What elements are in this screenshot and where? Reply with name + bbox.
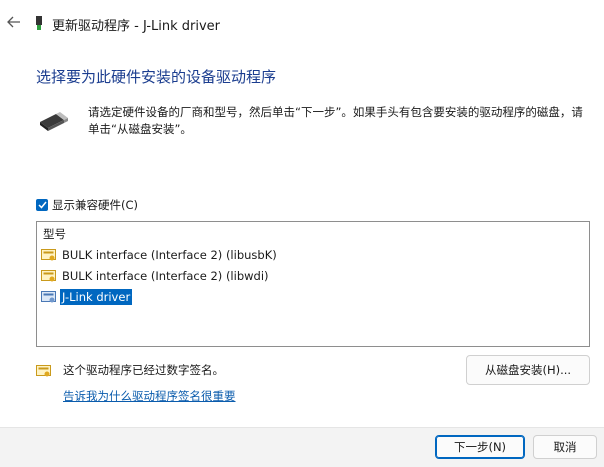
list-item-label: BULK interface (Interface 2) (libusbK) [62, 248, 277, 262]
signature-status-text: 这个驱动程序已经过数字签名。 [63, 363, 224, 377]
instructions-text: 请选定硬件设备的厂商和型号，然后单击“下一步”。如果手头有包含要安装的驱动程序的… [88, 105, 583, 136]
usb-device-icon [35, 15, 43, 30]
driver-certificate-icon [41, 269, 57, 283]
have-disk-button[interactable]: 从磁盘安装(H)... [466, 355, 590, 385]
model-listbox[interactable]: 型号 BULK interface (Interface 2) (libusbK… [36, 221, 590, 347]
list-item-selected[interactable]: J-Link driver [41, 288, 134, 306]
list-item-label: J-Link driver [58, 288, 134, 306]
checkbox-checked-icon[interactable] [36, 199, 48, 211]
list-item-label: BULK interface (Interface 2) (libwdi) [62, 269, 269, 283]
back-arrow-icon[interactable] [4, 12, 24, 32]
list-column-header: 型号 [43, 227, 66, 241]
driver-certificate-icon [41, 290, 57, 304]
next-button[interactable]: 下一步(N) [435, 435, 525, 459]
list-item[interactable]: BULK interface (Interface 2) (libwdi) [41, 267, 271, 285]
list-item[interactable]: BULK interface (Interface 2) (libusbK) [41, 246, 279, 264]
compatible-hardware-checkbox[interactable]: 显示兼容硬件(C) [36, 197, 138, 213]
signature-info-link[interactable]: 告诉我为什么驱动程序签名很重要 [63, 388, 236, 404]
compatible-hardware-label: 显示兼容硬件(C) [52, 198, 139, 212]
page-heading: 选择要为此硬件安装的设备驱动程序 [36, 68, 277, 86]
digital-signature-icon [36, 363, 52, 377]
window-title: 更新驱动程序 - J-Link driver [52, 19, 221, 34]
title-bar: 更新驱动程序 - J-Link driver [0, 0, 604, 44]
driver-certificate-icon [41, 248, 57, 262]
hardware-device-icon [36, 108, 72, 138]
cancel-button[interactable]: 取消 [533, 435, 597, 459]
